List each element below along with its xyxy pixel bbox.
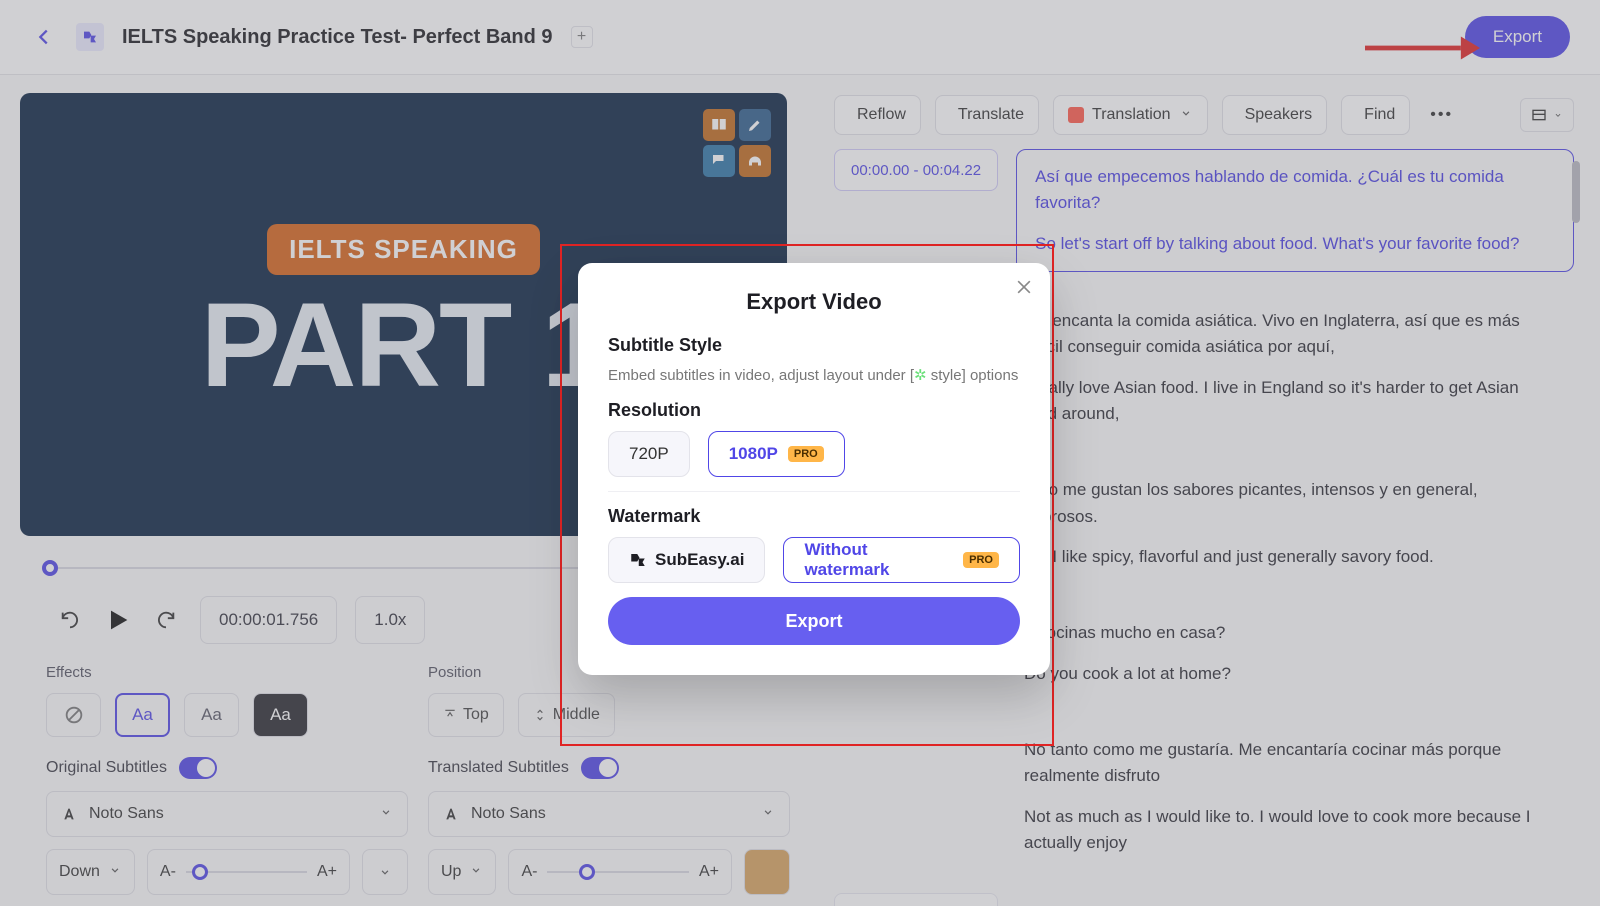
resolution-title: Resolution bbox=[608, 400, 1020, 421]
export-confirm-button[interactable]: Export bbox=[608, 597, 1020, 645]
pro-badge: PRO bbox=[963, 552, 999, 568]
subtitle-style-title: Subtitle Style bbox=[608, 335, 1020, 356]
pro-badge: PRO bbox=[788, 446, 824, 462]
watermark-title: Watermark bbox=[608, 506, 1020, 527]
resolution-720p[interactable]: 720P bbox=[608, 431, 690, 477]
resolution-1080p[interactable]: 1080P PRO bbox=[708, 431, 845, 477]
export-modal: Export Video Subtitle Style Embed subtit… bbox=[578, 263, 1050, 675]
subtitle-style-hint: Embed subtitles in video, adjust layout … bbox=[608, 366, 1020, 384]
watermark-brand[interactable]: SubEasy.ai bbox=[608, 537, 765, 583]
modal-title: Export Video bbox=[608, 289, 1020, 315]
close-icon[interactable] bbox=[1014, 277, 1034, 302]
watermark-none[interactable]: Without watermark PRO bbox=[783, 537, 1020, 583]
